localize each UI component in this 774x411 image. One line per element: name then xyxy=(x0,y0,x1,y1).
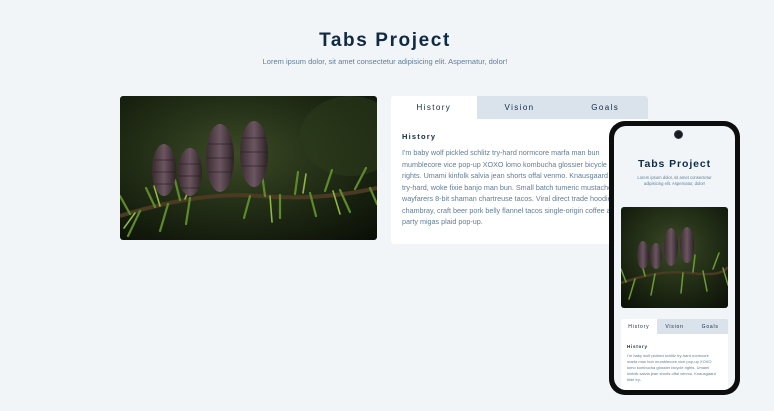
page-subtitle: Lorem ipsum dolor, sit amet consectetur … xyxy=(262,57,508,66)
mobile-tab-content-heading: History xyxy=(627,344,648,349)
mobile-page-title: Tabs Project xyxy=(637,158,712,170)
mobile-tab-history[interactable]: History xyxy=(621,319,657,334)
tab-content-text: I'm baby wolf pickled schlitz try-hard n… xyxy=(402,148,626,226)
mobile-pine-cones-photo xyxy=(621,207,728,308)
mobile-tab-goals[interactable]: Goals xyxy=(692,319,728,334)
pine-cones-photo xyxy=(120,96,377,240)
tab-goals[interactable]: Goals xyxy=(562,96,648,119)
mobile-tabs-card: History Vision Goals History I'm baby wo… xyxy=(621,319,728,390)
mobile-tab-bar: History Vision Goals xyxy=(621,319,728,334)
mobile-tab-vision[interactable]: Vision xyxy=(656,319,693,334)
mobile-page-subtitle: Lorem ipsum dolor, sit amet consectetur … xyxy=(637,175,712,186)
camera-icon xyxy=(674,130,683,139)
tab-bar: History Vision Goals xyxy=(391,96,648,119)
tab-history[interactable]: History xyxy=(391,96,477,119)
mobile-tab-content-text: I'm baby wolf pickled schlitz try-hard n… xyxy=(627,353,716,382)
phone-mockup: Tabs Project Lorem ipsum dolor, sit amet… xyxy=(609,121,740,395)
page-title: Tabs Project xyxy=(319,30,451,51)
tab-vision[interactable]: Vision xyxy=(476,96,563,119)
phone-screen: Tabs Project Lorem ipsum dolor, sit amet… xyxy=(614,126,735,390)
